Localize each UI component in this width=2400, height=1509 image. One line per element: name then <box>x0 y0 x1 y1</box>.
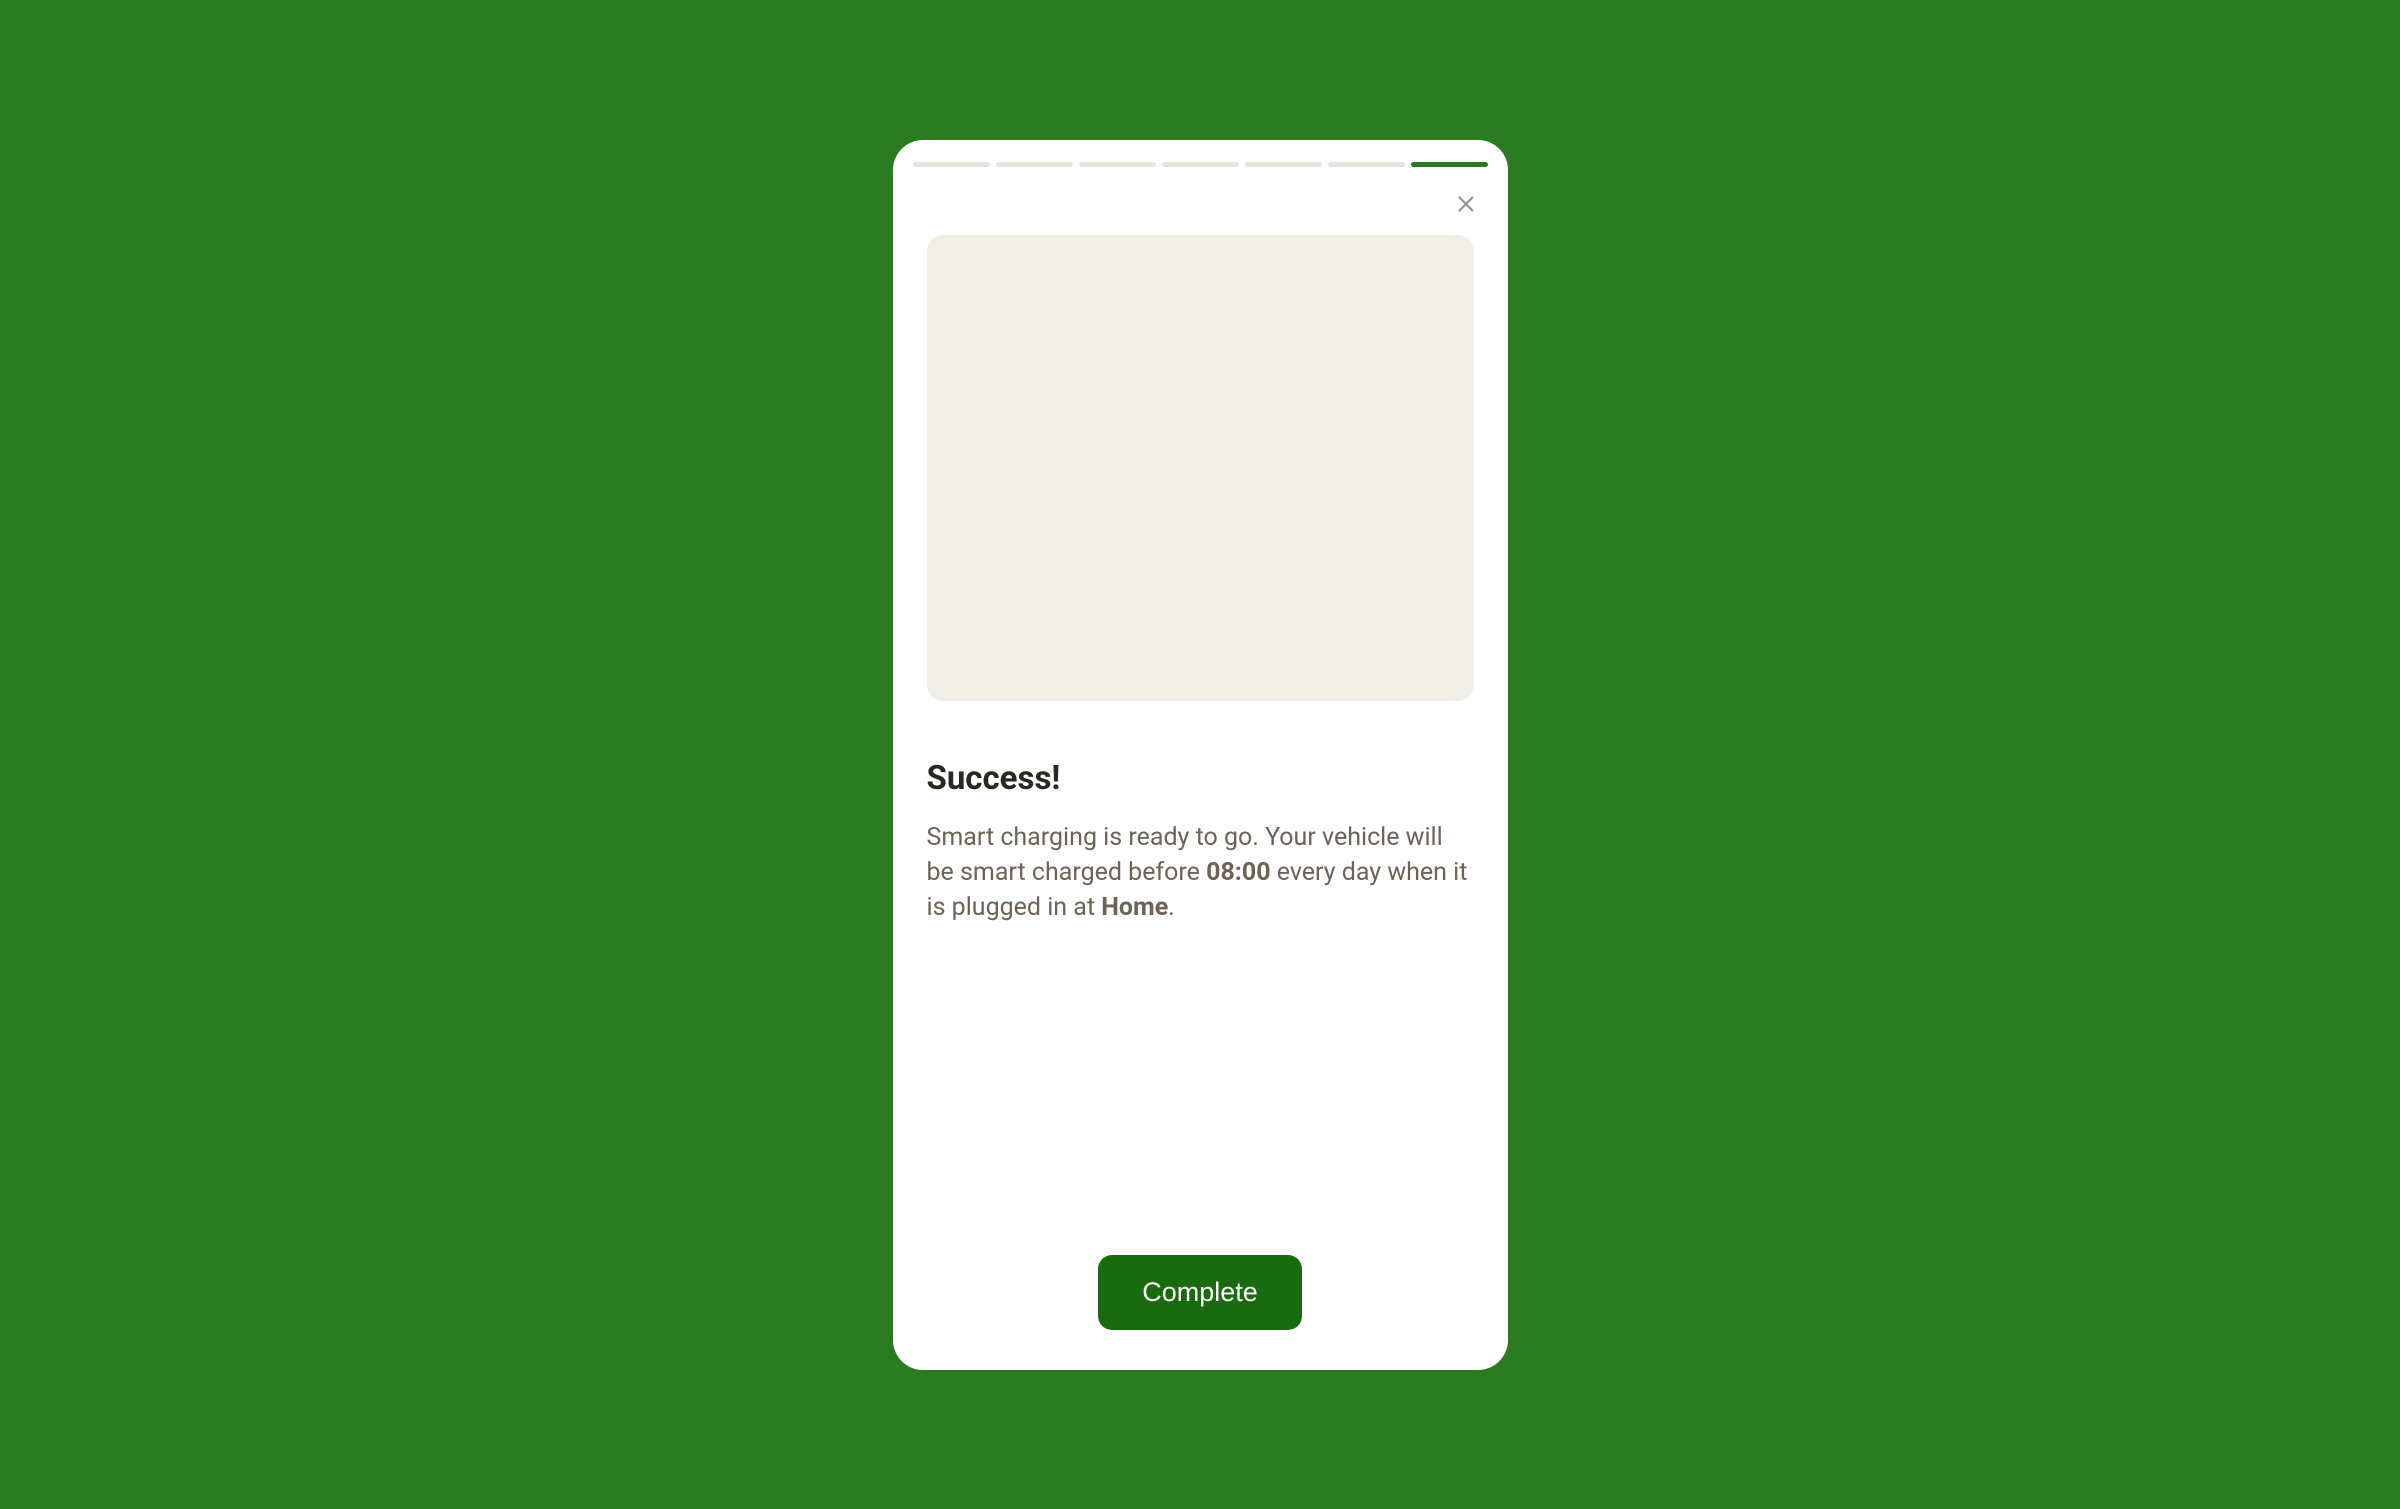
progress-segment <box>1245 162 1322 167</box>
progress-segment <box>1162 162 1239 167</box>
complete-button[interactable]: Complete <box>1098 1255 1302 1330</box>
image-placeholder <box>927 235 1474 701</box>
progress-segment <box>996 162 1073 167</box>
close-button[interactable] <box>1448 186 1484 222</box>
success-description: Smart charging is ready to go. Your vehi… <box>927 820 1474 925</box>
progress-segment <box>1328 162 1405 167</box>
progress-segment <box>913 162 990 167</box>
onboarding-screen: Success! Smart charging is ready to go. … <box>893 140 1508 1370</box>
charge-location: Home <box>1101 893 1168 922</box>
progress-indicator <box>893 162 1508 167</box>
content-area: Success! Smart charging is ready to go. … <box>893 175 1508 1255</box>
button-container: Complete <box>893 1255 1508 1330</box>
success-heading: Success! <box>927 759 1474 798</box>
close-icon <box>1453 191 1479 217</box>
progress-segment-active <box>1411 162 1488 167</box>
charge-time: 08:00 <box>1206 858 1270 887</box>
description-text: . <box>1168 893 1175 922</box>
progress-segment <box>1079 162 1156 167</box>
